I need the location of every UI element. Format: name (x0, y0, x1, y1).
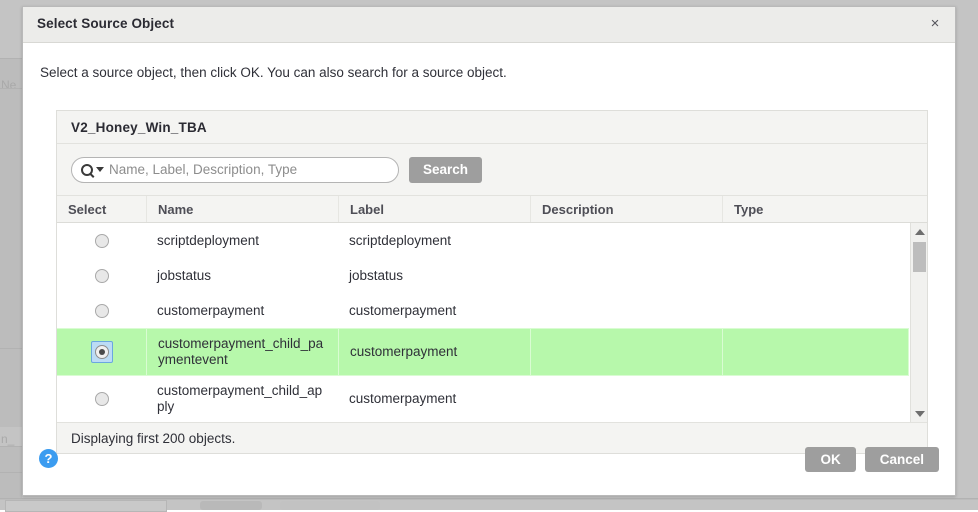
column-header-select[interactable]: Select (57, 196, 146, 222)
row-radio-button[interactable] (95, 304, 109, 318)
scrollbar-thumb[interactable] (913, 242, 926, 272)
table-header-row: Select Name Label Description Type (57, 196, 927, 223)
column-header-description[interactable]: Description (530, 196, 722, 222)
vertical-scrollbar[interactable] (910, 223, 927, 422)
column-header-type[interactable]: Type (722, 196, 927, 222)
row-radio-button[interactable] (95, 392, 109, 406)
table-row[interactable]: customerpayment_child_applycustomerpayme… (57, 376, 909, 422)
triangle-up-icon[interactable] (911, 223, 927, 240)
search-button[interactable]: Search (409, 157, 482, 183)
row-name-cell: scriptdeployment (146, 223, 338, 258)
row-select-cell[interactable] (57, 328, 146, 376)
search-field-wrapper[interactable] (71, 157, 399, 183)
backdrop-button (280, 501, 380, 510)
row-name-cell: customerpayment_child_apply (146, 376, 338, 422)
backdrop-strip (0, 472, 22, 499)
table-body: scriptdeploymentscriptdeploymentjobstatu… (57, 223, 909, 422)
table-row[interactable]: customerpaymentcustomerpayment (57, 293, 909, 328)
row-radio-button[interactable] (95, 234, 109, 248)
row-name-cell: customerpayment (146, 293, 338, 328)
close-icon[interactable]: × (924, 13, 946, 35)
row-label-cell: customerpayment (338, 293, 530, 328)
row-name-cell: customerpayment_child_paymentevent (146, 328, 338, 376)
table-row[interactable]: scriptdeploymentscriptdeployment (57, 223, 909, 258)
row-description-cell (530, 258, 722, 293)
radio-focus-ring (91, 341, 113, 363)
column-header-label[interactable]: Label (338, 196, 530, 222)
row-select-cell[interactable] (57, 376, 146, 422)
panel-header: V2_Honey_Win_TBA (57, 111, 927, 144)
backdrop-input (5, 500, 167, 512)
backdrop-text-bottom: n_ (1, 432, 21, 446)
row-description-cell (530, 223, 722, 258)
triangle-down-glyph (915, 411, 925, 417)
triangle-up-glyph (915, 229, 925, 235)
row-description-cell (530, 293, 722, 328)
dialog-titlebar: Select Source Object × (23, 7, 955, 43)
help-icon[interactable]: ? (39, 449, 58, 468)
row-type-cell (722, 328, 909, 376)
row-radio-button[interactable] (95, 269, 109, 283)
instruction-text: Select a source object, then click OK. Y… (40, 65, 507, 80)
magnifier-glyph (81, 164, 93, 176)
row-radio-button[interactable] (95, 345, 109, 359)
row-type-cell (722, 376, 909, 422)
row-select-cell[interactable] (57, 223, 146, 258)
panel-title: V2_Honey_Win_TBA (71, 120, 207, 135)
select-source-object-dialog: Select Source Object × Select a source o… (22, 6, 956, 496)
row-label-cell: scriptdeployment (338, 223, 530, 258)
table-row[interactable]: customerpayment_child_paymenteventcustom… (57, 328, 909, 376)
search-input[interactable] (109, 162, 388, 177)
row-name-cell: jobstatus (146, 258, 338, 293)
row-type-cell (722, 258, 909, 293)
dialog-footer: ? OK Cancel (23, 435, 955, 495)
backdrop-button (200, 501, 262, 510)
backdrop-strip (0, 348, 22, 427)
table-row[interactable]: jobstatusjobstatus (57, 258, 909, 293)
table-body-viewport: scriptdeploymentscriptdeploymentjobstatu… (57, 223, 927, 422)
dialog-button-group: OK Cancel (805, 447, 939, 472)
search-icon[interactable] (81, 164, 104, 176)
row-select-cell[interactable] (57, 293, 146, 328)
row-type-cell (722, 223, 909, 258)
row-label-cell: customerpayment (338, 328, 530, 376)
page-title: Select Source Object (37, 16, 174, 31)
chevron-down-icon[interactable] (96, 167, 104, 172)
row-select-cell[interactable] (57, 258, 146, 293)
backdrop-strip (0, 446, 22, 473)
ok-button[interactable]: OK (805, 447, 855, 472)
column-header-name[interactable]: Name (146, 196, 338, 222)
row-description-cell (530, 376, 722, 422)
backdrop-divider (0, 498, 978, 500)
source-object-panel: V2_Honey_Win_TBA Search Select Name Labe… (56, 110, 928, 454)
cancel-button[interactable]: Cancel (865, 447, 939, 472)
triangle-down-icon[interactable] (911, 405, 927, 422)
row-label-cell: customerpayment (338, 376, 530, 422)
backdrop-strip (0, 88, 22, 349)
row-type-cell (722, 293, 909, 328)
row-description-cell (530, 328, 722, 376)
row-label-cell: jobstatus (338, 258, 530, 293)
search-bar: Search (57, 144, 927, 196)
